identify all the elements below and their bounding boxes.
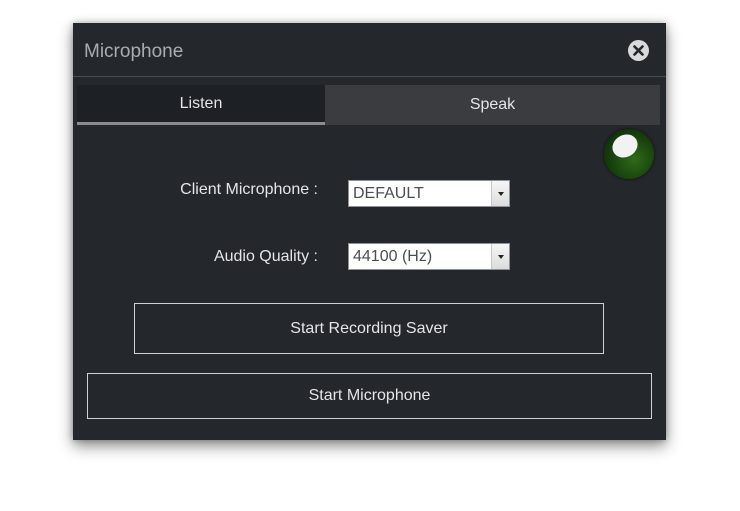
audio-quality-label: Audio Quality : bbox=[213, 248, 318, 265]
client-microphone-value: DEFAULT bbox=[353, 185, 424, 202]
indicator-shine bbox=[608, 129, 642, 163]
microphone-dialog: Microphone Listen Speak Client Microphon… bbox=[73, 23, 666, 440]
chevron-down-icon bbox=[498, 192, 504, 196]
tab-listen[interactable]: Listen bbox=[77, 85, 325, 125]
start-recording-saver-button[interactable]: Start Recording Saver bbox=[134, 303, 604, 354]
chevron-down-icon bbox=[498, 255, 504, 259]
tab-speak[interactable]: Speak bbox=[325, 85, 660, 125]
client-microphone-select[interactable]: DEFAULT bbox=[348, 180, 510, 207]
dropdown-button[interactable] bbox=[491, 244, 509, 269]
dialog-titlebar: Microphone bbox=[73, 23, 666, 77]
audio-quality-select[interactable]: 44100 (Hz) bbox=[348, 243, 510, 270]
close-icon[interactable] bbox=[628, 40, 649, 61]
tab-bar: Listen Speak bbox=[77, 85, 660, 125]
dropdown-button[interactable] bbox=[491, 181, 509, 206]
microphone-status-indicator-icon bbox=[604, 129, 654, 179]
start-microphone-button[interactable]: Start Microphone bbox=[87, 373, 652, 419]
dialog-title: Microphone bbox=[84, 41, 184, 62]
client-microphone-label: Client Microphone : bbox=[180, 181, 318, 198]
audio-quality-value: 44100 (Hz) bbox=[353, 248, 433, 265]
